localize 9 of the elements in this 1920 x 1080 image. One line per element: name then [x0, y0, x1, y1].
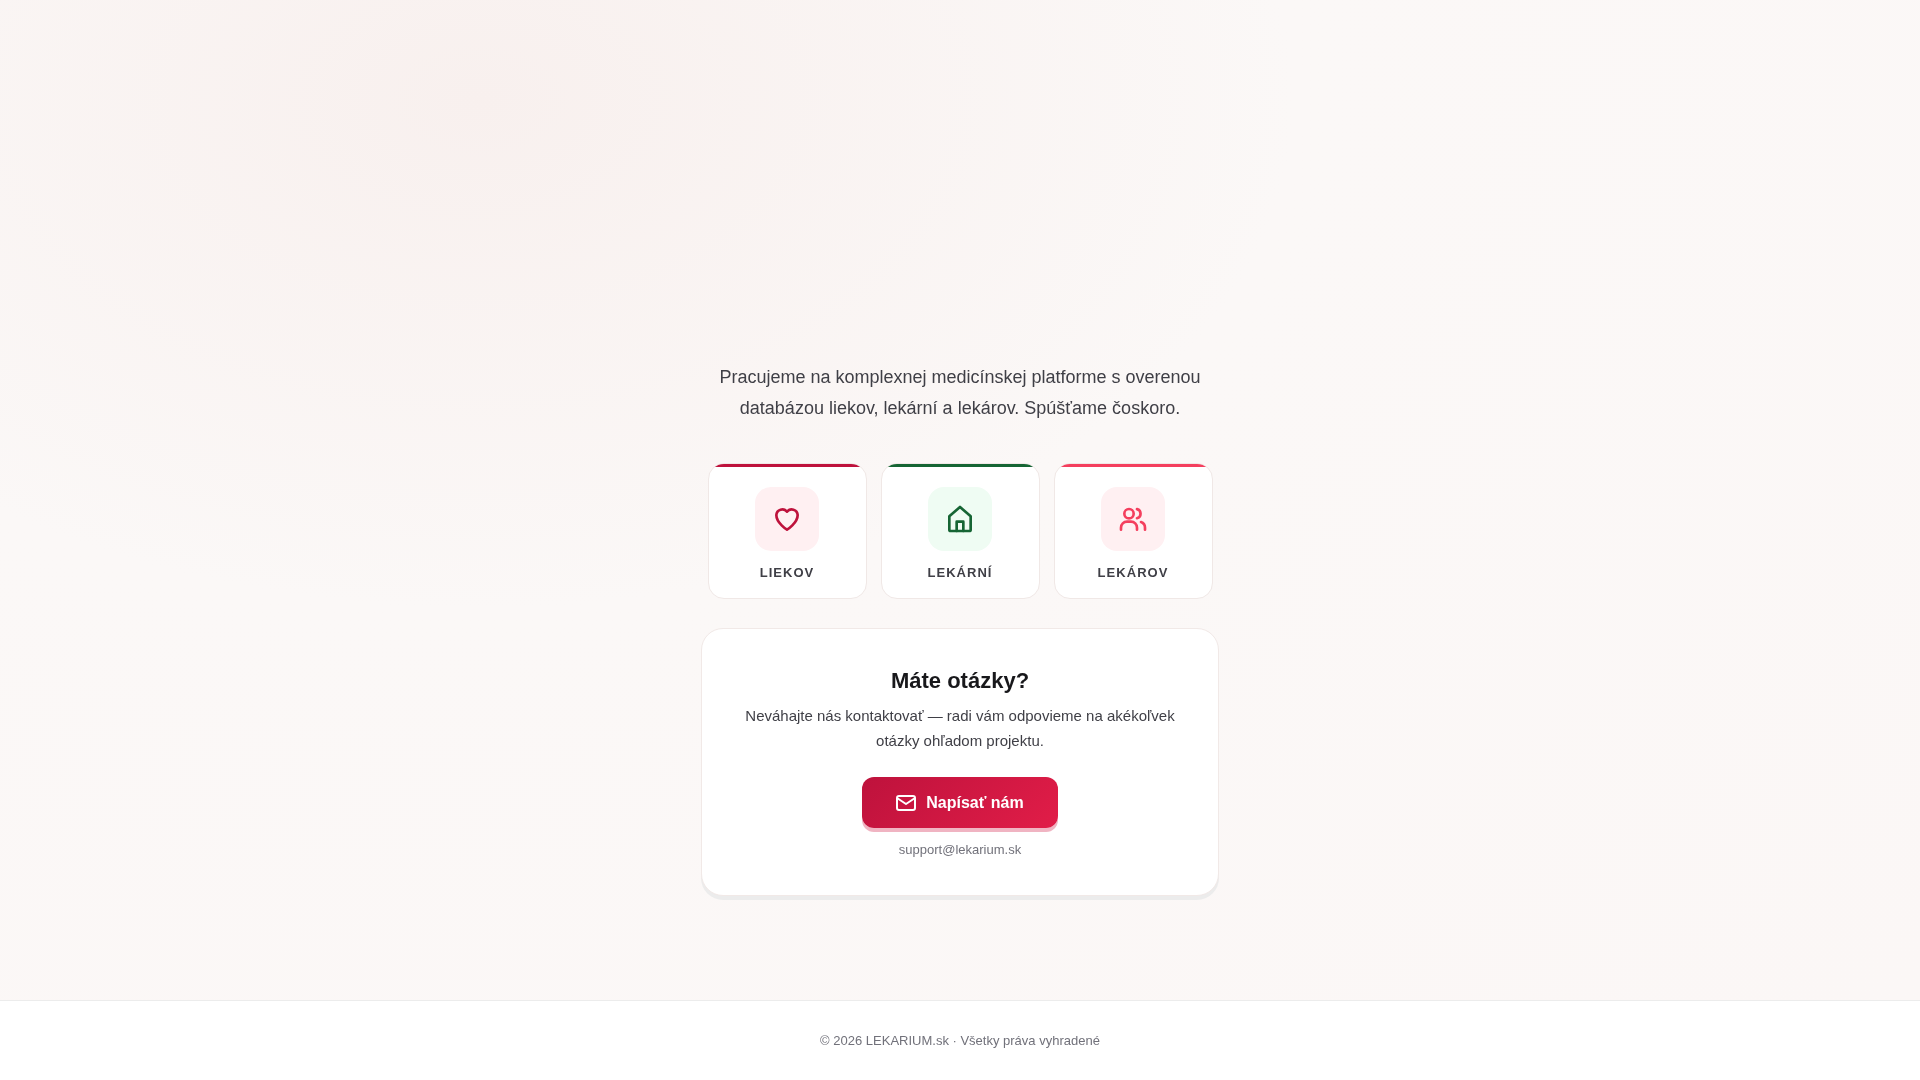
copyright-text: © 2026 LEKARIUM.sk · Všetky práva vyhradené: [820, 1031, 1100, 1050]
intro-text: Pracujeme na komplexnej medicínskej platforme s overenou databázou liekov, lekární a lekárov. Spúšťame čoskoro.: [718, 366, 1202, 420]
mail-icon: [896, 794, 917, 811]
contact-text: Neváhajte nás kontaktovať — radi vám odpovieme na akékoľvek otázky ohľadom projektu.: [745, 706, 1175, 751]
category-label: LIEKOV: [759, 564, 815, 582]
category-label: LEKÁROV: [1097, 564, 1169, 582]
category-label: LEKÁRNÍ: [927, 564, 993, 582]
contact-heading: Máte otázky?: [890, 667, 1030, 695]
support-email-link[interactable]: support@lekarium.sk: [898, 840, 1022, 860]
